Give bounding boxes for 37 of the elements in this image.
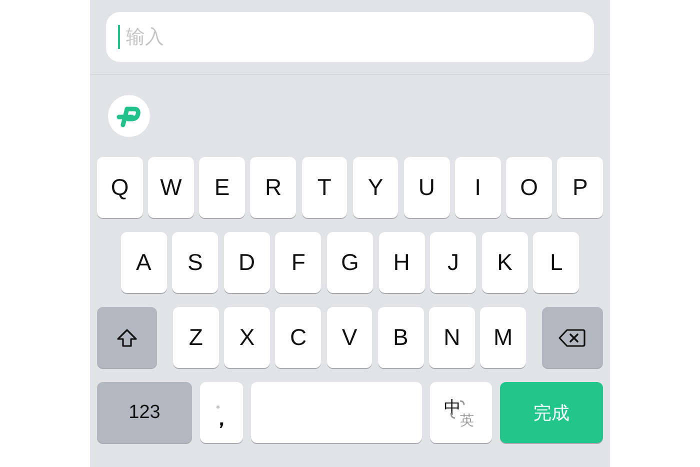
- letter-key[interactable]: Y: [352, 157, 398, 218]
- letter-key[interactable]: Z: [173, 307, 219, 368]
- english-label: 英: [460, 412, 474, 430]
- shift-icon: [116, 328, 138, 348]
- letter-key[interactable]: O: [506, 157, 552, 218]
- letter-key[interactable]: D: [224, 232, 270, 293]
- letter-key[interactable]: A: [120, 232, 167, 293]
- numbers-key[interactable]: 123: [97, 382, 192, 443]
- letter-key[interactable]: B: [378, 307, 424, 368]
- letter-key[interactable]: M: [480, 307, 526, 368]
- input-field[interactable]: 输入: [106, 12, 594, 62]
- letter-key[interactable]: S: [172, 232, 218, 293]
- period-label: 。: [216, 396, 228, 408]
- letter-key[interactable]: Q: [97, 157, 143, 218]
- letter-key[interactable]: T: [302, 157, 348, 218]
- letter-key[interactable]: C: [275, 307, 322, 368]
- letter-key[interactable]: P: [557, 157, 603, 218]
- shift-key[interactable]: [97, 307, 158, 368]
- letter-key[interactable]: R: [250, 157, 296, 218]
- letter-key[interactable]: U: [404, 157, 450, 218]
- letter-key[interactable]: K: [482, 232, 528, 293]
- letter-key[interactable]: V: [326, 307, 372, 368]
- punctuation-key[interactable]: 。 ，: [200, 382, 243, 443]
- letter-key[interactable]: I: [455, 157, 501, 218]
- letter-key[interactable]: H: [378, 232, 425, 293]
- letter-key[interactable]: J: [430, 232, 476, 293]
- letter-key[interactable]: X: [224, 307, 270, 368]
- letter-key[interactable]: E: [199, 157, 245, 218]
- backspace-icon: [558, 328, 586, 348]
- letter-key[interactable]: W: [148, 157, 194, 218]
- letter-key[interactable]: N: [429, 307, 475, 368]
- letter-key[interactable]: F: [275, 232, 322, 293]
- backspace-key[interactable]: [542, 307, 603, 368]
- chinese-label: 中: [444, 397, 461, 417]
- comma-label: ，: [212, 408, 232, 428]
- letter-key[interactable]: G: [327, 232, 373, 293]
- letter-key[interactable]: L: [533, 232, 580, 293]
